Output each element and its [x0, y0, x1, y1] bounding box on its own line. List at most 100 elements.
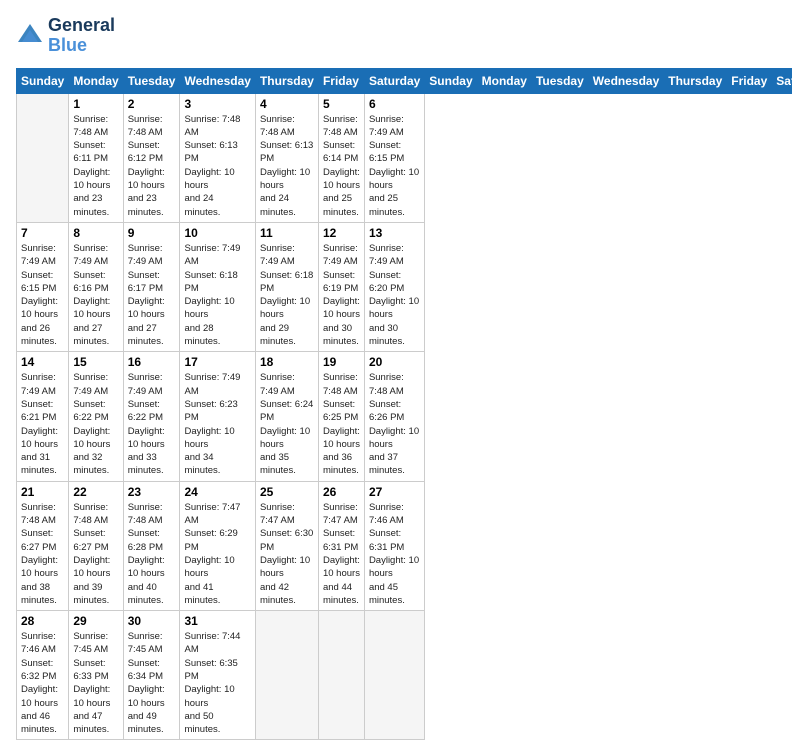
day-info: Sunrise: 7:46 AMSunset: 6:31 PMDaylight:…: [369, 501, 420, 607]
calendar-cell: 4 Sunrise: 7:48 AMSunset: 6:13 PMDaylight…: [255, 93, 318, 222]
header-friday: Friday: [318, 68, 364, 93]
day-info: Sunrise: 7:48 AMSunset: 6:13 PMDaylight:…: [260, 113, 314, 219]
week-row-4: 21 Sunrise: 7:48 AMSunset: 6:27 PMDayligh…: [17, 481, 792, 610]
day-number: 13: [369, 226, 420, 240]
day-info: Sunrise: 7:46 AMSunset: 6:32 PMDaylight:…: [21, 630, 64, 736]
day-number: 19: [323, 355, 360, 369]
day-info: Sunrise: 7:49 AMSunset: 6:15 PMDaylight:…: [369, 113, 420, 219]
day-number: 25: [260, 485, 314, 499]
header-tuesday: Tuesday: [531, 68, 588, 93]
header-friday: Friday: [727, 68, 772, 93]
day-info: Sunrise: 7:48 AMSunset: 6:28 PMDaylight:…: [128, 501, 176, 607]
header-wednesday: Wednesday: [180, 68, 255, 93]
day-number: 23: [128, 485, 176, 499]
calendar-cell: 31Sunrise: 7:44 AMSunset: 6:35 PMDayligh…: [180, 611, 255, 740]
calendar-cell: 8 Sunrise: 7:49 AMSunset: 6:16 PMDaylight…: [69, 222, 123, 351]
day-info: Sunrise: 7:48 AMSunset: 6:11 PMDaylight:…: [73, 113, 118, 219]
calendar-table: SundayMondayTuesdayWednesdayThursdayFrid…: [16, 68, 792, 741]
day-number: 8: [73, 226, 118, 240]
calendar-cell: 26 Sunrise: 7:47 AMSunset: 6:31 PMDayligh…: [318, 481, 364, 610]
day-info: Sunrise: 7:49 AMSunset: 6:16 PMDaylight:…: [73, 242, 118, 348]
day-info: Sunrise: 7:49 AMSunset: 6:24 PMDaylight:…: [260, 371, 314, 477]
day-number: 24: [184, 485, 250, 499]
day-number: 17: [184, 355, 250, 369]
day-number: 30: [128, 614, 176, 628]
day-number: 4: [260, 97, 314, 111]
calendar-cell: [17, 93, 69, 222]
logo-text: General Blue: [48, 16, 115, 56]
day-info: Sunrise: 7:45 AMSunset: 6:33 PMDaylight:…: [73, 630, 118, 736]
calendar-cell: 6 Sunrise: 7:49 AMSunset: 6:15 PMDaylight…: [364, 93, 424, 222]
header-saturday: Saturday: [772, 68, 792, 93]
calendar-cell: 23 Sunrise: 7:48 AMSunset: 6:28 PMDayligh…: [123, 481, 180, 610]
logo: General Blue: [16, 16, 115, 56]
day-number: 12: [323, 226, 360, 240]
day-info: Sunrise: 7:49 AMSunset: 6:15 PMDaylight:…: [21, 242, 64, 348]
day-number: 2: [128, 97, 176, 111]
day-number: 3: [184, 97, 250, 111]
day-info: Sunrise: 7:48 AMSunset: 6:27 PMDaylight:…: [73, 501, 118, 607]
day-number: 5: [323, 97, 360, 111]
day-number: 27: [369, 485, 420, 499]
calendar-cell: [364, 611, 424, 740]
calendar-cell: 16Sunrise: 7:49 AMSunset: 6:22 PMDayligh…: [123, 352, 180, 481]
calendar-cell: 7Sunrise: 7:49 AMSunset: 6:15 PMDaylight…: [17, 222, 69, 351]
day-number: 26: [323, 485, 360, 499]
header-tuesday: Tuesday: [123, 68, 180, 93]
calendar-cell: 5 Sunrise: 7:48 AMSunset: 6:14 PMDaylight…: [318, 93, 364, 222]
calendar-cell: 11Sunrise: 7:49 AMSunset: 6:18 PMDayligh…: [255, 222, 318, 351]
calendar-cell: 3Sunrise: 7:48 AMSunset: 6:13 PMDaylight…: [180, 93, 255, 222]
day-number: 31: [184, 614, 250, 628]
day-info: Sunrise: 7:47 AMSunset: 6:31 PMDaylight:…: [323, 501, 360, 607]
day-info: Sunrise: 7:47 AMSunset: 6:30 PMDaylight:…: [260, 501, 314, 607]
header-sunday: Sunday: [17, 68, 69, 93]
calendar-cell: 14Sunrise: 7:49 AMSunset: 6:21 PMDayligh…: [17, 352, 69, 481]
day-number: 22: [73, 485, 118, 499]
day-number: 21: [21, 485, 64, 499]
day-info: Sunrise: 7:48 AMSunset: 6:14 PMDaylight:…: [323, 113, 360, 219]
day-number: 9: [128, 226, 176, 240]
day-info: Sunrise: 7:47 AMSunset: 6:29 PMDaylight:…: [184, 501, 250, 607]
day-number: 15: [73, 355, 118, 369]
day-info: Sunrise: 7:49 AMSunset: 6:21 PMDaylight:…: [21, 371, 64, 477]
calendar-cell: 12Sunrise: 7:49 AMSunset: 6:19 PMDayligh…: [318, 222, 364, 351]
day-info: Sunrise: 7:49 AMSunset: 6:18 PMDaylight:…: [184, 242, 250, 348]
page-header: General Blue: [16, 16, 776, 56]
header-thursday: Thursday: [255, 68, 318, 93]
day-info: Sunrise: 7:49 AMSunset: 6:22 PMDaylight:…: [73, 371, 118, 477]
header-saturday: Saturday: [364, 68, 424, 93]
calendar-cell: 10 Sunrise: 7:49 AMSunset: 6:18 PMDayligh…: [180, 222, 255, 351]
day-number: 10: [184, 226, 250, 240]
calendar-cell: 24 Sunrise: 7:47 AMSunset: 6:29 PMDayligh…: [180, 481, 255, 610]
header-thursday: Thursday: [664, 68, 727, 93]
calendar-cell: 15 Sunrise: 7:49 AMSunset: 6:22 PMDayligh…: [69, 352, 123, 481]
calendar-cell: 2 Sunrise: 7:48 AMSunset: 6:12 PMDaylight…: [123, 93, 180, 222]
day-info: Sunrise: 7:49 AMSunset: 6:20 PMDaylight:…: [369, 242, 420, 348]
header-monday: Monday: [477, 68, 531, 93]
day-number: 18: [260, 355, 314, 369]
calendar-cell: [318, 611, 364, 740]
calendar-cell: 27 Sunrise: 7:46 AMSunset: 6:31 PMDayligh…: [364, 481, 424, 610]
week-row-2: 7Sunrise: 7:49 AMSunset: 6:15 PMDaylight…: [17, 222, 792, 351]
header-monday: Monday: [69, 68, 123, 93]
calendar-cell: 18 Sunrise: 7:49 AMSunset: 6:24 PMDayligh…: [255, 352, 318, 481]
calendar-cell: 29 Sunrise: 7:45 AMSunset: 6:33 PMDayligh…: [69, 611, 123, 740]
day-info: Sunrise: 7:49 AMSunset: 6:17 PMDaylight:…: [128, 242, 176, 348]
calendar-cell: [255, 611, 318, 740]
calendar-cell: 20Sunrise: 7:48 AMSunset: 6:26 PMDayligh…: [364, 352, 424, 481]
calendar-cell: 17 Sunrise: 7:49 AMSunset: 6:23 PMDayligh…: [180, 352, 255, 481]
day-number: 6: [369, 97, 420, 111]
week-row-5: 28Sunrise: 7:46 AMSunset: 6:32 PMDayligh…: [17, 611, 792, 740]
day-info: Sunrise: 7:45 AMSunset: 6:34 PMDaylight:…: [128, 630, 176, 736]
header-sunday: Sunday: [425, 68, 477, 93]
day-info: Sunrise: 7:49 AMSunset: 6:23 PMDaylight:…: [184, 371, 250, 477]
calendar-cell: 22 Sunrise: 7:48 AMSunset: 6:27 PMDayligh…: [69, 481, 123, 610]
calendar-cell: 13 Sunrise: 7:49 AMSunset: 6:20 PMDayligh…: [364, 222, 424, 351]
day-number: 29: [73, 614, 118, 628]
day-info: Sunrise: 7:49 AMSunset: 6:22 PMDaylight:…: [128, 371, 176, 477]
day-info: Sunrise: 7:48 AMSunset: 6:12 PMDaylight:…: [128, 113, 176, 219]
day-info: Sunrise: 7:48 AMSunset: 6:25 PMDaylight:…: [323, 371, 360, 477]
calendar-cell: 28Sunrise: 7:46 AMSunset: 6:32 PMDayligh…: [17, 611, 69, 740]
day-number: 11: [260, 226, 314, 240]
day-info: Sunrise: 7:48 AMSunset: 6:26 PMDaylight:…: [369, 371, 420, 477]
